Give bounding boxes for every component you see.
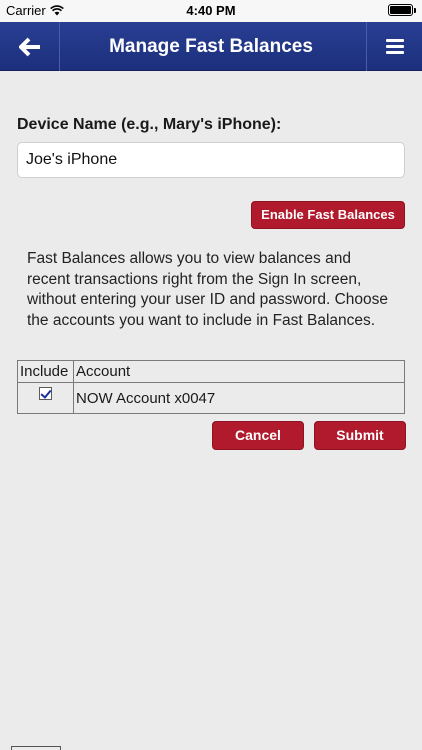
include-cell: [17, 382, 74, 414]
fast-balances-description: Fast Balances allows you to view balance…: [27, 250, 389, 329]
status-bar: Carrier 4:40 PM: [0, 0, 422, 22]
account-column-header: Account: [73, 360, 405, 383]
table-row: NOW Account x0047: [17, 382, 405, 414]
page-title: Manage Fast Balances: [109, 36, 313, 57]
status-time: 4:40 PM: [186, 3, 236, 18]
include-checkbox[interactable]: [39, 387, 52, 400]
device-name-input[interactable]: [17, 142, 405, 178]
battery-icon: [388, 4, 416, 16]
back-button[interactable]: [0, 22, 60, 71]
submit-button[interactable]: Submit: [314, 421, 406, 450]
hamburger-menu-icon: [385, 36, 404, 57]
navigation-bar: Manage Fast Balances: [0, 22, 422, 71]
cancel-button[interactable]: Cancel: [212, 421, 304, 450]
account-name-cell: NOW Account x0047: [73, 382, 405, 414]
back-arrow-icon: [18, 37, 40, 56]
table-header-row: Include Account: [17, 360, 405, 383]
accounts-table: Include Account NOW Account x0047: [17, 360, 405, 414]
enable-fast-balances-button[interactable]: Enable Fast Balances: [251, 201, 405, 229]
menu-button[interactable]: [366, 22, 422, 71]
include-column-header: Include: [17, 360, 74, 383]
device-name-label: Device Name (e.g., Mary's iPhone):: [17, 116, 282, 133]
bottom-edge-element: [11, 746, 61, 750]
